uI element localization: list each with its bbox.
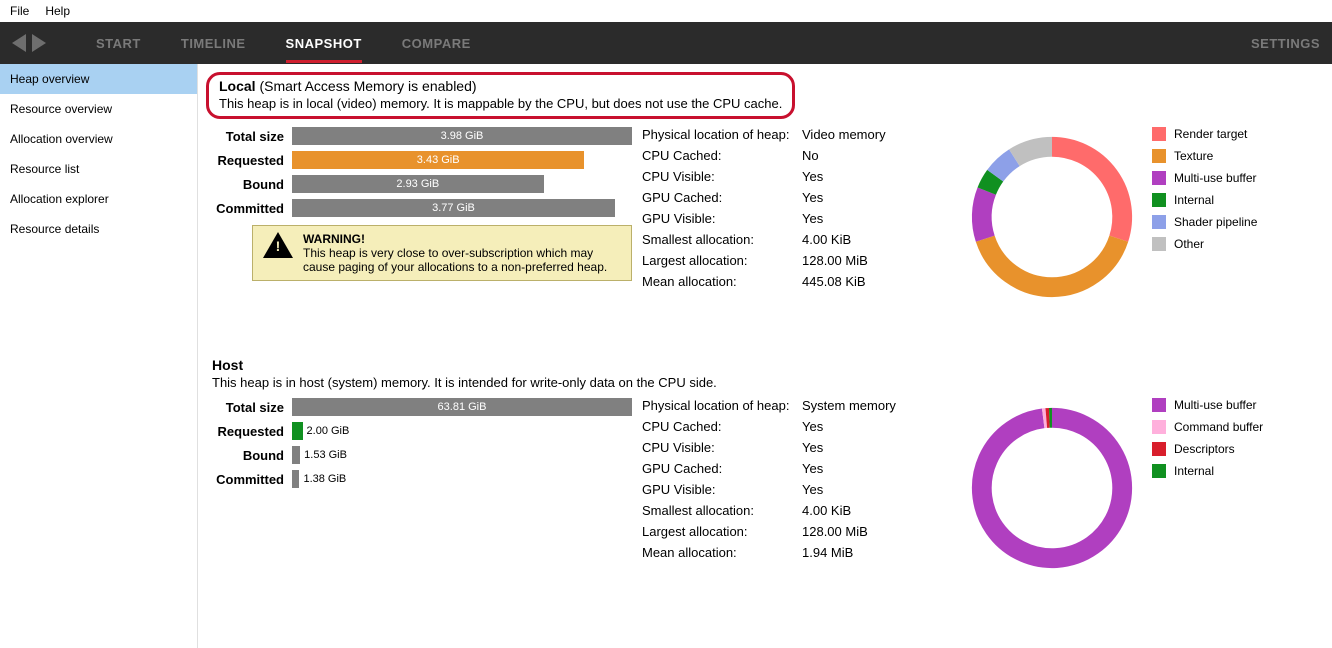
legend-swatch	[1152, 149, 1166, 163]
legend-label: Multi-use buffer	[1174, 171, 1256, 185]
tab-settings[interactable]: SETTINGS	[1251, 36, 1320, 51]
tab-start[interactable]: START	[96, 24, 141, 63]
legend-label: Internal	[1174, 464, 1214, 478]
legend-swatch	[1152, 398, 1166, 412]
legend-label: Render target	[1174, 127, 1247, 141]
bar-requested: 3.43 GiB	[292, 151, 632, 169]
heap-host-legend: Multi-use buffer Command buffer Descriptor…	[1152, 398, 1332, 486]
menu-file[interactable]: File	[10, 4, 29, 18]
tab-timeline[interactable]: TIMELINE	[181, 24, 246, 63]
bar-total-label: Total size	[212, 129, 292, 144]
nav-back-icon[interactable]	[12, 34, 26, 52]
heap-host-title: Host	[212, 357, 1332, 373]
menu-bar: File Help	[0, 0, 1332, 22]
heap-local: Local (Smart Access Memory is enabled) T…	[212, 72, 1332, 307]
top-nav-bar: START TIMELINE SNAPSHOT COMPARE SETTINGS	[0, 22, 1332, 64]
legend-swatch	[1152, 420, 1166, 434]
legend-item: Shader pipeline	[1152, 215, 1332, 229]
heap-host-desc: This heap is in host (system) memory. It…	[212, 375, 1332, 390]
bar-host-total-label: Total size	[212, 400, 292, 415]
bar-host-bound-label: Bound	[212, 448, 292, 463]
legend-item: Texture	[1152, 149, 1332, 163]
bar-total: 3.98 GiB	[292, 127, 632, 145]
heap-host-bars: Total size 63.81 GiB Requested 2.00 GiB	[212, 398, 632, 494]
legend-label: Other	[1174, 237, 1204, 251]
legend-swatch	[1152, 237, 1166, 251]
legend-swatch	[1152, 193, 1166, 207]
heap-local-info: Physical location of heap:Video memory C…	[642, 127, 952, 295]
legend-item: Multi-use buffer	[1152, 398, 1332, 412]
sidebar-item-allocation-overview[interactable]: Allocation overview	[0, 124, 197, 154]
warning-body: This heap is very close to over-subscrip…	[303, 246, 621, 274]
bar-host-requested: 2.00 GiB	[292, 422, 632, 440]
bar-requested-label: Requested	[212, 153, 292, 168]
sidebar: Heap overview Resource overview Allocati…	[0, 64, 198, 648]
legend-item: Internal	[1152, 193, 1332, 207]
tab-snapshot[interactable]: SNAPSHOT	[286, 24, 362, 63]
legend-label: Command buffer	[1174, 420, 1263, 434]
sidebar-item-resource-list[interactable]: Resource list	[0, 154, 197, 184]
bar-committed-label: Committed	[212, 201, 292, 216]
legend-item: Descriptors	[1152, 442, 1332, 456]
bar-host-requested-label: Requested	[212, 424, 292, 439]
warning-box: ! WARNING! This heap is very close to ov…	[252, 225, 632, 281]
bar-bound: 2.93 GiB	[292, 175, 632, 193]
legend-item: Other	[1152, 237, 1332, 251]
legend-label: Internal	[1174, 193, 1214, 207]
legend-item: Internal	[1152, 464, 1332, 478]
legend-label: Texture	[1174, 149, 1213, 163]
legend-swatch	[1152, 215, 1166, 229]
legend-swatch	[1152, 442, 1166, 456]
tab-compare[interactable]: COMPARE	[402, 24, 471, 63]
main-content: Local (Smart Access Memory is enabled) T…	[198, 64, 1332, 648]
legend-item: Multi-use buffer	[1152, 171, 1332, 185]
heap-local-desc: This heap is in local (video) memory. It…	[219, 96, 782, 111]
legend-label: Descriptors	[1174, 442, 1235, 456]
legend-item: Render target	[1152, 127, 1332, 141]
heap-host-info: Physical location of heap:System memory …	[642, 398, 952, 566]
bar-committed: 3.77 GiB	[292, 199, 632, 217]
legend-label: Multi-use buffer	[1174, 398, 1256, 412]
heap-local-legend: Render target Texture Multi-use buffer Inte…	[1152, 127, 1332, 259]
legend-item: Command buffer	[1152, 420, 1332, 434]
warning-title: WARNING!	[303, 232, 621, 246]
legend-swatch	[1152, 464, 1166, 478]
legend-swatch	[1152, 171, 1166, 185]
sidebar-item-resource-details[interactable]: Resource details	[0, 214, 197, 244]
bar-host-committed: 1.38 GiB	[292, 470, 632, 488]
sidebar-item-resource-overview[interactable]: Resource overview	[0, 94, 197, 124]
nav-forward-icon[interactable]	[32, 34, 46, 52]
bar-bound-label: Bound	[212, 177, 292, 192]
bar-host-committed-label: Committed	[212, 472, 292, 487]
sidebar-item-allocation-explorer[interactable]: Allocation explorer	[0, 184, 197, 214]
heap-local-title: Local (Smart Access Memory is enabled)	[219, 78, 782, 94]
menu-help[interactable]: Help	[45, 4, 70, 18]
heap-host: Host This heap is in host (system) memor…	[212, 357, 1332, 578]
legend-swatch	[1152, 127, 1166, 141]
heap-host-donut	[952, 398, 1152, 578]
heap-local-bars: Total size 3.98 GiB Requested 3.43 GiB B…	[212, 127, 632, 281]
bar-host-bound: 1.53 GiB	[292, 446, 632, 464]
legend-label: Shader pipeline	[1174, 215, 1257, 229]
bar-host-total: 63.81 GiB	[292, 398, 632, 416]
annotation-highlight: Local (Smart Access Memory is enabled) T…	[206, 72, 795, 119]
heap-local-donut	[952, 127, 1152, 307]
sidebar-item-heap-overview[interactable]: Heap overview	[0, 64, 197, 94]
warning-icon: !	[263, 232, 293, 258]
